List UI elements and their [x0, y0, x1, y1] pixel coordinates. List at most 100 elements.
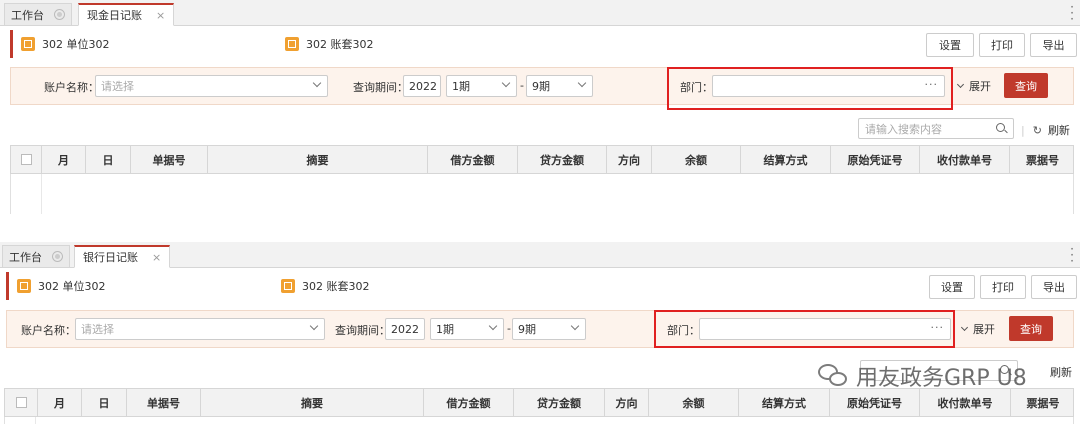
period-from-select[interactable]: 1期 [430, 318, 504, 340]
close-icon[interactable]: × [152, 251, 161, 264]
column-header[interactable]: 日 [86, 146, 131, 173]
search-input[interactable]: 请输入搜索内容 [858, 118, 1014, 139]
pin-icon[interactable] [54, 9, 65, 20]
query-button[interactable]: 查询 [1004, 73, 1048, 98]
column-header[interactable]: 日 [82, 389, 127, 416]
refresh-icon: ↻ [1032, 123, 1042, 137]
wechat-icon [818, 364, 848, 388]
tab-label: 工作台 [11, 8, 44, 22]
book-label: 302 账套302 [306, 38, 374, 51]
column-header[interactable]: 票据号 [1010, 146, 1075, 173]
account-label: 账户名称： [21, 324, 76, 337]
tab-bar: 工作台 现金日记账 × · · · [0, 0, 1080, 26]
close-icon[interactable]: × [156, 9, 165, 22]
unit-info: 302 单位302 [17, 278, 106, 294]
select-all-checkbox[interactable] [15, 397, 27, 408]
column-header[interactable]: 余额 [652, 146, 741, 173]
select-all-cell[interactable] [5, 389, 38, 416]
refresh-label: 刷新 [1047, 124, 1070, 137]
period-to-value: 9期 [532, 80, 550, 93]
expand-toggle[interactable]: 展开 [956, 78, 991, 94]
unit-label: 302 单位302 [42, 38, 110, 51]
grid-body [10, 174, 1074, 214]
column-header[interactable]: 收付款单号 [920, 389, 1011, 416]
select-all-checkbox[interactable] [20, 154, 32, 165]
column-header[interactable]: 月 [42, 146, 86, 173]
column-header[interactable]: 单据号 [131, 146, 208, 173]
tab-cash-journal[interactable]: 现金日记账 × [78, 3, 175, 26]
expand-label: 展开 [973, 323, 995, 336]
period-to-value: 9期 [518, 323, 536, 336]
export-button[interactable]: 导出 [1031, 275, 1077, 299]
book-label: 302 账套302 [302, 280, 370, 293]
column-header[interactable]: 方向 [605, 389, 649, 416]
account-placeholder: 请选择 [101, 80, 134, 93]
column-header[interactable]: 方向 [607, 146, 652, 173]
period-to-select[interactable]: 9期 [526, 75, 593, 97]
tab-workbench[interactable]: 工作台 [2, 245, 70, 267]
select-all-cell[interactable] [11, 146, 42, 173]
column-header[interactable]: 摘要 [208, 146, 428, 173]
column-header[interactable]: 贷方金额 [514, 389, 605, 416]
settings-button[interactable]: 设置 [929, 275, 975, 299]
column-header[interactable]: 余额 [649, 389, 739, 416]
book-info: 302 账套302 [281, 278, 370, 294]
column-header[interactable]: 结算方式 [739, 389, 830, 416]
chevron-down-icon [960, 323, 969, 332]
column-header[interactable]: 收付款单号 [920, 146, 1010, 173]
period-to-select[interactable]: 9期 [512, 318, 586, 340]
export-button[interactable]: 导出 [1030, 33, 1077, 57]
tab-bar: 工作台 银行日记账 × · · · [0, 242, 1080, 268]
document-icon [21, 37, 35, 51]
print-button[interactable]: 打印 [980, 275, 1026, 299]
column-header[interactable]: 结算方式 [741, 146, 831, 173]
tab-bank-journal[interactable]: 银行日记账 × [74, 245, 171, 268]
more-vertical-icon[interactable]: · · · [1070, 1, 1074, 25]
pin-icon[interactable] [52, 251, 63, 262]
column-header[interactable]: 原始凭证号 [830, 389, 920, 416]
period-from-value: 1期 [452, 80, 470, 93]
column-header[interactable]: 票据号 [1011, 389, 1075, 416]
search-icon[interactable] [996, 123, 1005, 132]
account-select[interactable]: 请选择 [75, 318, 325, 340]
refresh-label: 刷新 [1050, 366, 1072, 379]
refresh-button[interactable]: 刷新 [1050, 364, 1072, 380]
print-button[interactable]: 打印 [979, 33, 1025, 57]
column-header[interactable]: 贷方金额 [518, 146, 607, 173]
column-header[interactable]: 单据号 [127, 389, 201, 416]
tab-workbench[interactable]: 工作台 [4, 3, 72, 25]
book-info: 302 账套302 [285, 36, 374, 52]
highlight-box [667, 67, 953, 110]
column-header[interactable]: 月 [38, 389, 82, 416]
period-from-value: 1期 [436, 323, 454, 336]
year-input[interactable]: 2022 [403, 75, 441, 97]
grid-body [4, 417, 1074, 424]
highlight-box [654, 310, 955, 348]
account-select[interactable]: 请选择 [95, 75, 328, 97]
cash-journal-panel: 工作台 现金日记账 × · · · 302 单位302 302 账套302 设置 打… [0, 0, 1080, 214]
column-header[interactable]: 摘要 [201, 389, 424, 416]
year-input[interactable]: 2022 [385, 318, 425, 340]
chevron-down-icon [577, 78, 587, 88]
period-from-select[interactable]: 1期 [446, 75, 517, 97]
document-icon [17, 279, 31, 293]
watermark-text: 用友政务GRP U8 [856, 366, 1027, 391]
column-header[interactable]: 原始凭证号 [831, 146, 920, 173]
chevron-down-icon [488, 321, 498, 331]
expand-toggle[interactable]: 展开 [960, 321, 995, 337]
chevron-down-icon [312, 78, 322, 88]
period-dash: - [507, 322, 511, 335]
refresh-button[interactable]: | ↻ 刷新 [1021, 122, 1070, 138]
grid-header: 月 日 单据号 摘要 借方金额 贷方金额 方向 余额 结算方式 原始凭证号 收付… [4, 388, 1074, 417]
document-icon [285, 37, 299, 51]
more-vertical-icon[interactable]: · · · [1070, 243, 1074, 267]
column-header[interactable]: 借方金额 [428, 146, 518, 173]
chevron-down-icon [956, 80, 965, 89]
column-header[interactable]: 借方金额 [424, 389, 514, 416]
document-icon [281, 279, 295, 293]
query-button[interactable]: 查询 [1009, 316, 1053, 341]
search-placeholder: 请输入搜索内容 [865, 122, 942, 136]
unit-info-row: 302 单位302 302 账套302 设置 打印 导出 [6, 272, 1077, 300]
bank-journal-panel: 工作台 银行日记账 × · · · 302 单位302 302 账套302 设置 打… [0, 242, 1080, 424]
settings-button[interactable]: 设置 [926, 33, 974, 57]
